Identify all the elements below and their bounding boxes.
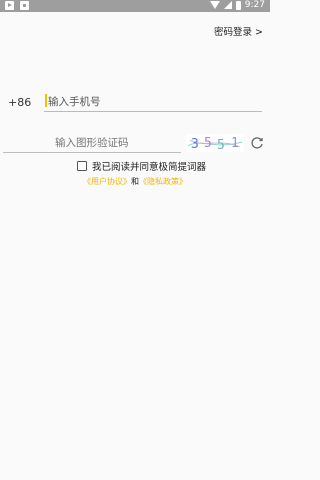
status-left-icons <box>5 1 29 10</box>
captcha-input[interactable] <box>3 133 181 152</box>
play-store-icon <box>5 1 14 10</box>
captcha-char-2: 5 <box>204 136 212 151</box>
phone-field <box>44 92 262 112</box>
agreement-text: 我已阅读并同意极简提词器 <box>92 162 207 173</box>
notification-icon <box>20 1 29 10</box>
wifi-icon <box>209 1 220 9</box>
captcha-char-1: 3 <box>191 137 199 152</box>
status-right-icons: 9:27 <box>209 0 265 10</box>
captcha-char-3: 5 <box>217 138 225 152</box>
captcha-image[interactable]: 3 5 5 1 <box>186 134 244 152</box>
phone-input[interactable] <box>44 92 262 111</box>
refresh-icon[interactable] <box>250 136 264 150</box>
agreement-links: 《用户协议》和《隐私政策》 <box>0 176 270 187</box>
captcha-char-4: 1 <box>231 136 239 151</box>
signal-icon <box>223 1 232 9</box>
and-text: 和 <box>131 177 139 186</box>
captcha-field <box>3 133 181 153</box>
agreement-checkbox[interactable] <box>77 161 87 171</box>
user-agreement-link[interactable]: 《用户协议》 <box>83 177 131 186</box>
battery-icon <box>235 0 241 10</box>
country-code[interactable]: +86 <box>8 96 31 109</box>
status-time: 9:27 <box>244 0 265 10</box>
status-bar: 9:27 <box>0 0 270 12</box>
privacy-policy-link[interactable]: 《隐私政策》 <box>139 177 187 186</box>
agreement-row: 我已阅读并同意极简提词器 <box>77 160 207 173</box>
password-login-link[interactable]: 密码登录 > <box>214 24 263 38</box>
